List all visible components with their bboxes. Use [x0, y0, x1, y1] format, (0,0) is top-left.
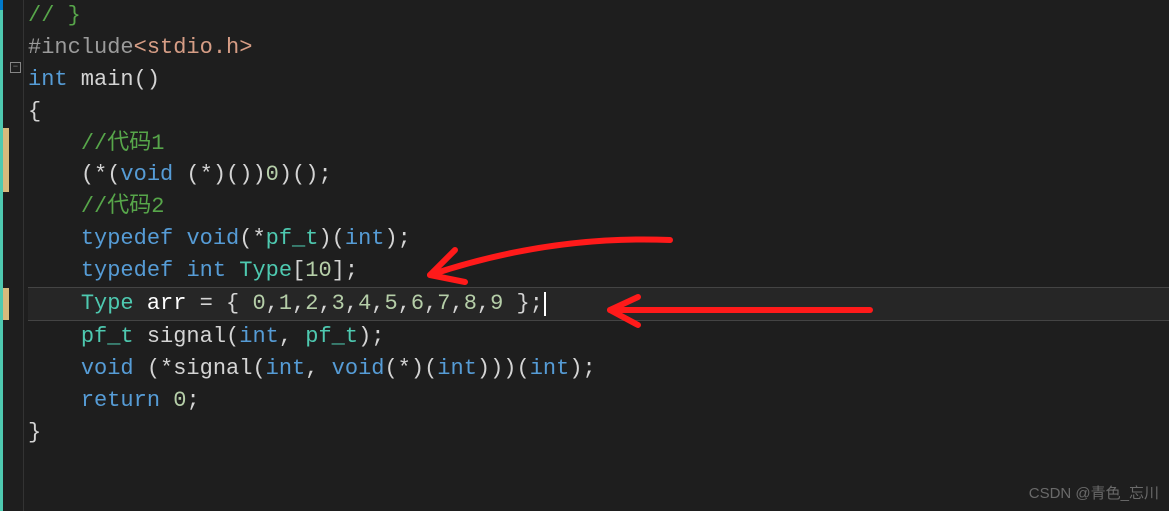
code-token: 4 — [358, 291, 371, 316]
code-line[interactable]: void (*signal(int, void(*)(int)))(int); — [28, 353, 1169, 385]
fold-minus-icon[interactable]: − — [10, 62, 21, 73]
code-token: int — [239, 324, 279, 349]
code-token: (* — [134, 356, 174, 381]
code-token: return — [81, 388, 160, 413]
indent — [28, 162, 81, 187]
code-token: #include — [28, 35, 134, 60]
code-token: , — [371, 291, 384, 316]
gutter-stripe — [0, 0, 3, 511]
indent — [28, 356, 81, 381]
code-token: pf_t — [266, 226, 319, 251]
code-line[interactable]: #include<stdio.h> — [28, 32, 1169, 64]
code-token: pf_t — [305, 324, 358, 349]
code-token: ]; — [332, 258, 358, 283]
code-token: typedef — [81, 226, 173, 251]
code-token: arr — [134, 291, 187, 316]
code-token: <stdio.h> — [134, 35, 253, 60]
code-token: , — [266, 291, 279, 316]
code-token: [ — [292, 258, 305, 283]
code-token: int — [530, 356, 570, 381]
gutter-mod-marker — [3, 288, 9, 320]
code-token: (*)()) — [173, 162, 265, 187]
code-token: signal — [173, 356, 252, 381]
code-token — [173, 258, 186, 283]
gutter: − — [0, 0, 24, 511]
code-token: , — [292, 291, 305, 316]
indent — [28, 388, 81, 413]
code-line[interactable]: (*(void (*)())0)(); — [28, 159, 1169, 191]
code-token: } — [28, 420, 41, 445]
code-token: 10 — [305, 258, 331, 283]
code-token: void — [120, 162, 173, 187]
code-token: (*( — [81, 162, 121, 187]
code-token: main — [68, 67, 134, 92]
code-token: () — [134, 67, 160, 92]
code-line[interactable]: return 0; — [28, 385, 1169, 417]
watermark: CSDN @青色_忘川 — [1029, 483, 1159, 505]
code-line[interactable]: // } — [28, 0, 1169, 32]
code-token: 0 — [252, 291, 265, 316]
code-token: int — [186, 258, 226, 283]
code-token: , — [305, 356, 331, 381]
code-token: void — [332, 356, 385, 381]
code-token: , — [318, 291, 331, 316]
code-line[interactable]: } — [28, 417, 1169, 449]
code-token: 3 — [332, 291, 345, 316]
code-token: )( — [318, 226, 344, 251]
indent — [28, 226, 81, 251]
indent — [28, 258, 81, 283]
code-line[interactable]: { — [28, 96, 1169, 128]
code-token: )(); — [279, 162, 332, 187]
code-token: ; — [186, 388, 199, 413]
code-token: ( — [226, 324, 239, 349]
gutter-mod-marker — [3, 128, 9, 192]
code-token: int — [437, 356, 477, 381]
code-token: ); — [358, 324, 384, 349]
code-token: 1 — [279, 291, 292, 316]
code-line[interactable]: int main() — [28, 64, 1169, 96]
code-token: int — [345, 226, 385, 251]
code-token: ); — [569, 356, 595, 381]
code-token: //代码2 — [81, 194, 165, 219]
indent — [28, 194, 81, 219]
code-token: void — [81, 356, 134, 381]
code-token: void — [186, 226, 239, 251]
indent — [28, 131, 81, 156]
code-token: int — [28, 67, 68, 92]
code-token: , — [279, 324, 305, 349]
code-token — [173, 226, 186, 251]
code-token: (*)( — [384, 356, 437, 381]
code-token: // } — [28, 3, 81, 28]
indent — [28, 324, 81, 349]
code-line[interactable]: //代码2 — [28, 191, 1169, 223]
code-token: 0 — [266, 162, 279, 187]
code-token: signal — [134, 324, 226, 349]
annotation-arrow-icon — [400, 230, 700, 300]
annotation-arrow-icon — [590, 295, 890, 335]
code-token: 0 — [160, 388, 186, 413]
code-line[interactable]: //代码1 — [28, 128, 1169, 160]
code-token: 5 — [384, 291, 397, 316]
code-token: = { — [186, 291, 252, 316]
code-token: Type — [81, 291, 134, 316]
code-token: typedef — [81, 258, 173, 283]
code-token: 2 — [305, 291, 318, 316]
code-token: , — [345, 291, 358, 316]
code-token: ( — [252, 356, 265, 381]
code-token: //代码1 — [81, 131, 165, 156]
indent — [28, 291, 81, 316]
code-token: Type — [226, 258, 292, 283]
code-token: )))( — [477, 356, 530, 381]
code-token: (* — [239, 226, 265, 251]
code-token: int — [266, 356, 306, 381]
code-token: { — [28, 99, 41, 124]
code-token: pf_t — [81, 324, 134, 349]
